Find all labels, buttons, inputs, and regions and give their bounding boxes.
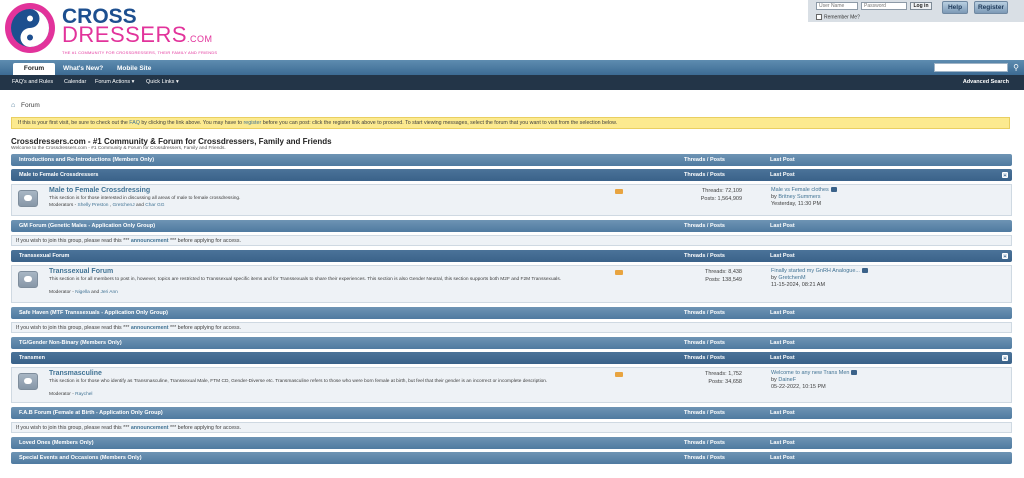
go-to-post-icon[interactable]: [851, 370, 858, 376]
navbar: Forum What's New? Mobile Site ⚲: [0, 60, 1024, 75]
brand-bottom: DRESSERS.COM: [62, 22, 213, 47]
forum-list: Introductions and Re-Introductions (Memb…: [11, 154, 1012, 467]
rss-icon[interactable]: [615, 189, 623, 194]
search-input[interactable]: [934, 63, 1008, 72]
subnav-quick-links[interactable]: Quick Links ▾: [146, 75, 179, 90]
page-subtitle: Welcome to the Crossdressers.com - #1 Co…: [11, 146, 226, 151]
header: CROSS DRESSERS.COM THE #1 COMMUNITY FOR …: [0, 0, 1024, 58]
category-intro[interactable]: Introductions and Re-Introductions (Memb…: [11, 154, 1012, 166]
announcement-link[interactable]: announcement: [131, 425, 169, 431]
forum-stats: Threads: 72,109 Posts: 1,564,909: [700, 188, 742, 202]
advanced-search-link[interactable]: Advanced Search: [963, 75, 1009, 90]
forum-description: This section is for those interested in …: [49, 196, 241, 201]
help-button[interactable]: Help: [942, 1, 968, 14]
category-mtf[interactable]: Male to Female Crossdressers Threads / P…: [11, 169, 1012, 181]
category-gm[interactable]: GM Forum (Genetic Males - Application On…: [11, 220, 1012, 232]
collapse-icon[interactable]: [1002, 253, 1008, 259]
forum-row-transmasculine: Transmasculine This section is for those…: [11, 367, 1012, 403]
forum-status-icon: [18, 271, 38, 288]
faq-link[interactable]: FAQ: [129, 120, 140, 126]
group-note-safe-haven: If you wish to join this group, please r…: [11, 322, 1012, 333]
category-special-events[interactable]: Special Events and Occasions (Members On…: [11, 452, 1012, 464]
forum-status-icon: [18, 373, 38, 390]
subnav-forum-actions[interactable]: Forum Actions ▾: [95, 75, 134, 90]
page-title: Crossdressers.com - #1 Community & Forum…: [11, 137, 332, 146]
breadcrumb: ⌂ Forum: [11, 102, 40, 109]
last-post-link[interactable]: Finally started my GnRH Analogue...: [771, 268, 860, 274]
subnav: FAQ's and Rules Calendar Forum Actions ▾…: [0, 75, 1024, 90]
register-link[interactable]: register: [244, 120, 262, 126]
forum-title-link[interactable]: Male to Female Crossdressing: [49, 187, 150, 194]
forum-stats: Threads: 8,438 Posts: 138,549: [705, 269, 742, 283]
category-tg-nonbinary[interactable]: TG/Gender Non-Binary (Members Only) Thre…: [11, 337, 1012, 349]
remember-checkbox[interactable]: [816, 14, 822, 20]
go-to-post-icon[interactable]: [830, 187, 837, 193]
password-input[interactable]: [861, 2, 907, 10]
last-post-user[interactable]: DaineF: [778, 377, 796, 383]
last-post: Male vs Female clothes by Britney Summers…: [771, 187, 1001, 208]
login-box: Log in Remember Me? Help Register: [808, 0, 1024, 22]
notice-banner: If this is your first visit, be sure to …: [11, 117, 1010, 129]
subnav-calendar[interactable]: Calendar: [64, 75, 86, 90]
forum-moderators: Moderator - Raychel: [49, 392, 93, 397]
breadcrumb-forum[interactable]: Forum: [21, 102, 40, 109]
tab-forum[interactable]: Forum: [13, 63, 55, 75]
forum-description: This section is for those who identify a…: [49, 379, 548, 384]
collapse-icon[interactable]: [1002, 355, 1008, 361]
forum-title-link[interactable]: Transmasculine: [49, 370, 102, 377]
remember-me[interactable]: Remember Me?: [816, 14, 860, 20]
moderator-link[interactable]: GretchenJ: [112, 203, 134, 208]
search-icon[interactable]: ⚲: [1011, 62, 1021, 73]
last-post: Finally started my GnRH Analogue... by Gr…: [771, 268, 1001, 289]
username-input[interactable]: [816, 2, 858, 10]
tab-whats-new[interactable]: What's New?: [58, 63, 108, 75]
last-post: Welcome to any new Trans Men by DaineF 05-…: [771, 370, 1001, 391]
forum-status-icon: [18, 190, 38, 207]
forum-moderators: Moderator - Nigella and Jeri Ann: [49, 290, 118, 295]
category-transsexual[interactable]: Transsexual Forum Threads / Posts Last P…: [11, 250, 1012, 262]
category-safe-haven[interactable]: Safe Haven (MTF Transsexuals - Applicati…: [11, 307, 1012, 319]
brand-tagline: THE #1 COMMUNITY FOR CROSSDRESSERS, THEI…: [62, 50, 218, 55]
group-note-gm: If you wish to join this group, please r…: [11, 235, 1012, 246]
group-note-fab: If you wish to join this group, please r…: [11, 422, 1012, 433]
last-post-user[interactable]: Britney Summers: [778, 194, 820, 200]
last-post-link[interactable]: Male vs Female clothes: [771, 187, 829, 193]
moderator-link[interactable]: Char GG: [145, 203, 164, 208]
register-button[interactable]: Register: [974, 1, 1008, 14]
brand[interactable]: CROSS DRESSERS.COM THE #1 COMMUNITY FOR …: [62, 6, 218, 55]
moderator-link[interactable]: Raychel: [75, 392, 92, 397]
login-button[interactable]: Log in: [910, 2, 932, 10]
rss-icon[interactable]: [615, 372, 623, 377]
subnav-faq[interactable]: FAQ's and Rules: [12, 75, 53, 90]
last-post-user[interactable]: GretchenM: [778, 275, 805, 281]
category-loved-ones[interactable]: Loved Ones (Members Only) Threads / Post…: [11, 437, 1012, 449]
moderator-link[interactable]: Nigella: [75, 290, 90, 295]
go-to-post-icon[interactable]: [861, 268, 868, 274]
forum-description: This section is for all members to post …: [49, 277, 562, 282]
forum-moderators: Moderators - Shelly Preston , GretchenJ …: [49, 203, 165, 208]
category-fab[interactable]: F.A.B Forum (Female at Birth - Applicati…: [11, 407, 1012, 419]
forum-row-mtf: Male to Female Crossdressing This sectio…: [11, 184, 1012, 216]
forum-title-link[interactable]: Transsexual Forum: [49, 268, 113, 275]
forum-row-transsexual: Transsexual Forum This section is for al…: [11, 265, 1012, 303]
announcement-link[interactable]: announcement: [131, 238, 169, 244]
moderator-link[interactable]: Shelly Preston: [78, 203, 109, 208]
rss-icon[interactable]: [615, 270, 623, 275]
announcement-link[interactable]: announcement: [131, 325, 169, 331]
collapse-icon[interactable]: [1002, 172, 1008, 178]
last-post-link[interactable]: Welcome to any new Trans Men: [771, 370, 849, 376]
forum-stats: Threads: 1,752 Posts: 34,658: [705, 371, 742, 385]
tab-mobile-site[interactable]: Mobile Site: [112, 63, 156, 75]
moderator-link[interactable]: Jeri Ann: [100, 290, 117, 295]
site-logo-icon[interactable]: [2, 1, 58, 55]
category-transmen[interactable]: Transmen Threads / Posts Last Post: [11, 352, 1012, 364]
home-icon[interactable]: ⌂: [11, 102, 17, 109]
